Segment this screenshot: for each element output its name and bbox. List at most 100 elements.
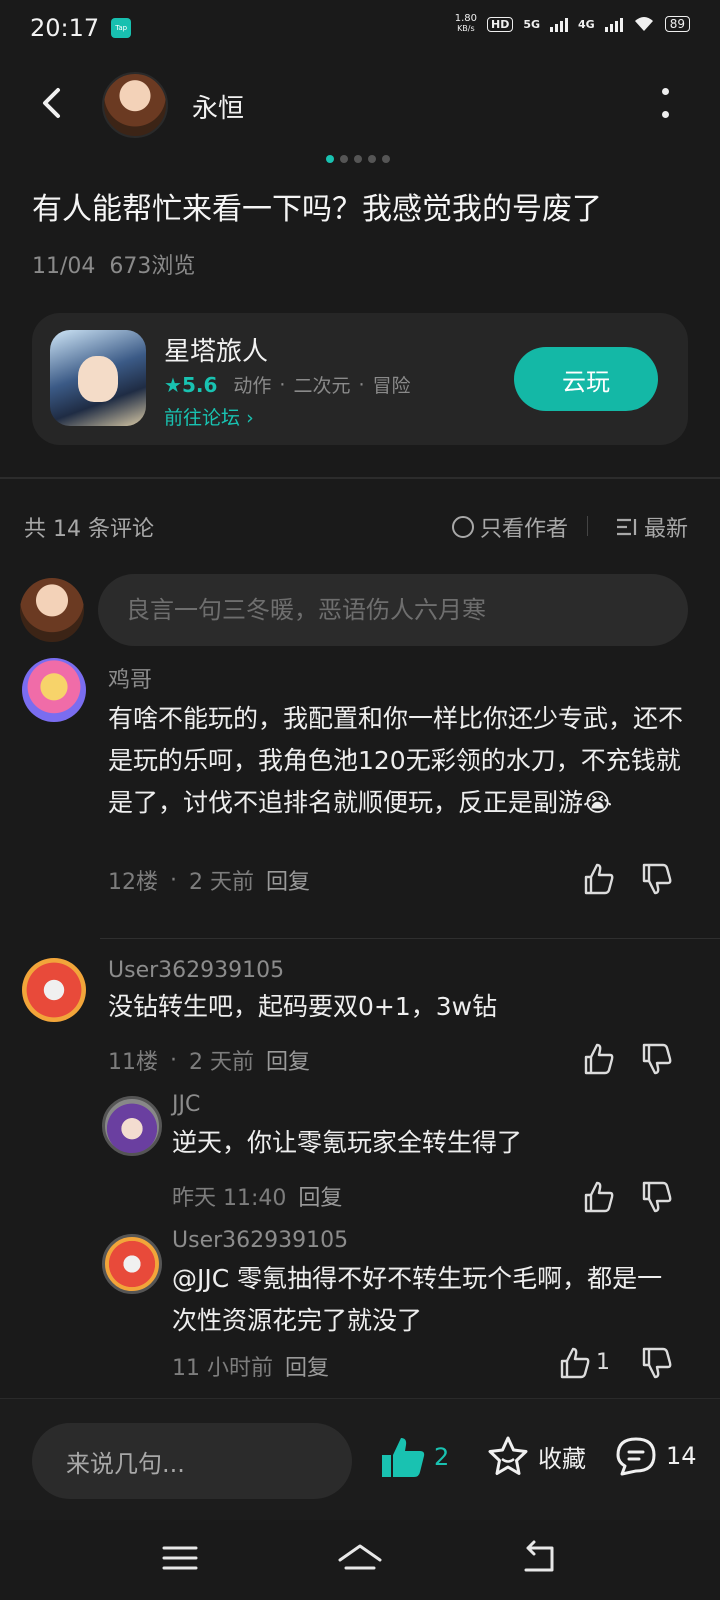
taptap-app-icon: Tap — [111, 18, 132, 38]
post-title: 有人能帮忙来看一下吗？我感觉我的号废了 — [32, 192, 602, 227]
tag-separator: · — [279, 373, 286, 396]
system-nav-bar — [0, 1520, 720, 1600]
reply-body: 零氪抽得不好不转生玩个毛啊，都是一次性资源花完了就没了 — [172, 1264, 663, 1335]
reply-name[interactable]: JJC — [172, 1092, 200, 1117]
mention-link[interactable]: @JJC — [172, 1264, 229, 1293]
reply-meta: 昨天 11:40 回复 — [172, 1180, 342, 1212]
thumbs-down-icon[interactable] — [640, 862, 674, 896]
reply-like-count: 1 — [596, 1350, 610, 1375]
post-header: 永恒 — [0, 66, 720, 142]
thumbs-up-filled-icon — [382, 1438, 425, 1477]
status-bar: 20:17 Tap 1.80 KB/s HD 5G 4G 89 — [0, 0, 720, 56]
reply-text: @JJC 零氪抽得不好不转生玩个毛啊，都是一次性资源花完了就没了 — [172, 1258, 682, 1342]
game-rating: ★5.6 — [164, 373, 217, 397]
game-tag: 二次元 — [293, 375, 351, 397]
thumbs-up-icon[interactable] — [582, 1180, 616, 1214]
author-name[interactable]: 永恒 — [192, 88, 244, 125]
network-speed: 1.80 KB/s — [455, 14, 477, 34]
favorite-button[interactable]: 收藏 — [486, 1435, 586, 1477]
reply-time: 昨天 11:40 — [172, 1186, 287, 1211]
reply-link[interactable]: 回复 — [285, 1350, 329, 1382]
section-divider — [0, 477, 720, 479]
reply-link[interactable]: 回复 — [266, 1044, 310, 1076]
image-pager-dots — [326, 155, 390, 163]
reply-avatar[interactable] — [102, 1096, 162, 1156]
back-arrow-icon[interactable] — [36, 86, 70, 120]
radio-icon — [451, 516, 474, 538]
comment-text: 没钻转生吧，起码要双0+1，3w钻 — [108, 992, 498, 1021]
game-tag: 动作 — [233, 375, 272, 397]
comment-input[interactable] — [98, 574, 688, 646]
like-count: 2 — [434, 1443, 450, 1471]
thumbs-up-icon[interactable] — [582, 862, 616, 896]
forum-link-label: 前往论坛 — [164, 407, 241, 429]
floor-number: 12楼 — [108, 870, 158, 895]
speed-unit: KB/s — [457, 24, 475, 33]
thumbs-down-icon[interactable] — [640, 1042, 674, 1076]
reply-input-row — [20, 574, 688, 646]
reply-link[interactable]: 回复 — [298, 1180, 342, 1212]
cloud-play-button[interactable]: 云玩 — [514, 347, 658, 411]
star-icon: ★ — [164, 372, 182, 397]
status-time: 20:17 — [30, 14, 100, 42]
post-meta: 11/04 673浏览 — [32, 248, 195, 280]
comment-time: 2 天前 — [189, 870, 254, 895]
wifi-icon — [634, 17, 653, 31]
my-avatar — [20, 578, 84, 642]
speed-value: 1.80 — [454, 13, 477, 24]
comments-toolbar: 共 14 条评论 只看作者 最新 — [24, 508, 688, 544]
thumbs-up-icon[interactable] — [558, 1346, 592, 1380]
back-icon[interactable] — [516, 1538, 564, 1578]
comment-text: 有啥不能玩的，我配置和你一样比你还少专武，还不是玩的乐呵，我角色池120无彩领的… — [108, 704, 684, 817]
rating-value: 5.6 — [181, 372, 218, 397]
reply-link[interactable]: 回复 — [266, 864, 310, 896]
more-options-icon[interactable] — [655, 88, 675, 118]
game-name[interactable]: 星塔旅人 — [164, 331, 268, 368]
sort-icon — [616, 518, 637, 536]
commenter-avatar[interactable] — [22, 958, 86, 1022]
battery-icon: 89 — [664, 16, 690, 32]
reply-time: 11 小时前 — [172, 1356, 273, 1381]
hd-icon: HD — [487, 16, 514, 32]
reply-name[interactable]: User362939105 — [172, 1228, 348, 1253]
comment-meta: 11楼 · 2 天前 回复 — [108, 1044, 310, 1076]
comment-count: 共 14 条评论 — [24, 517, 154, 542]
comment-item: 鸡哥 有啥不能玩的，我配置和你一样比你还少专武，还不是玩的乐呵，我角色池120无… — [0, 656, 720, 936]
thumbs-up-icon[interactable] — [582, 1042, 616, 1076]
go-to-forum-link[interactable]: 前往论坛 › — [164, 403, 254, 430]
favorite-label: 收藏 — [538, 1444, 586, 1473]
comments-button[interactable]: 14 — [614, 1435, 697, 1477]
star-outline-icon — [488, 1436, 528, 1475]
meta-dot: · — [170, 1047, 177, 1073]
floor-number: 11楼 — [108, 1050, 158, 1075]
post-views: 673浏览 — [109, 254, 196, 279]
thumbs-down-icon[interactable] — [640, 1346, 674, 1380]
post-date: 11/04 — [32, 254, 96, 279]
reply-text: 逆天，你让零氪玩家全转生得了 — [172, 1128, 523, 1157]
home-icon[interactable] — [336, 1538, 384, 1578]
reply-meta: 11 小时前 回复 — [172, 1350, 329, 1382]
sort-label: 最新 — [643, 517, 688, 542]
like-post-button[interactable]: 2 — [380, 1435, 449, 1479]
menu-icon[interactable] — [156, 1538, 204, 1578]
meta-dot: · — [170, 867, 177, 893]
comment-time: 2 天前 — [189, 1050, 254, 1075]
bottom-action-bar: 来说几句... 2 收藏 14 — [0, 1398, 720, 1520]
chevron-right-icon: › — [246, 407, 254, 429]
divider — [587, 516, 588, 536]
comment-item: User362939105 没钻转生吧，起码要双0+1，3w钻 11楼 · 2 … — [0, 958, 720, 1398]
reply-avatar[interactable] — [102, 1234, 162, 1294]
author-only-toggle[interactable]: 只看作者 — [451, 511, 568, 543]
commenter-name[interactable]: User362939105 — [108, 958, 284, 983]
thumbs-down-icon[interactable] — [640, 1180, 674, 1214]
commenter-avatar[interactable] — [22, 658, 86, 722]
comment-meta: 12楼 · 2 天前 回复 — [108, 864, 310, 896]
game-icon[interactable] — [50, 330, 146, 426]
network-4g-label: 4G — [578, 17, 595, 31]
commenter-name[interactable]: 鸡哥 — [108, 662, 152, 694]
author-avatar[interactable] — [102, 72, 168, 138]
game-card[interactable]: 星塔旅人 ★5.6 动作 · 二次元 · 冒险 前往论坛 › 云玩 — [32, 313, 688, 445]
comment-input-button[interactable]: 来说几句... — [32, 1423, 352, 1499]
sort-button[interactable]: 最新 — [616, 511, 688, 543]
comment-divider — [100, 938, 720, 939]
